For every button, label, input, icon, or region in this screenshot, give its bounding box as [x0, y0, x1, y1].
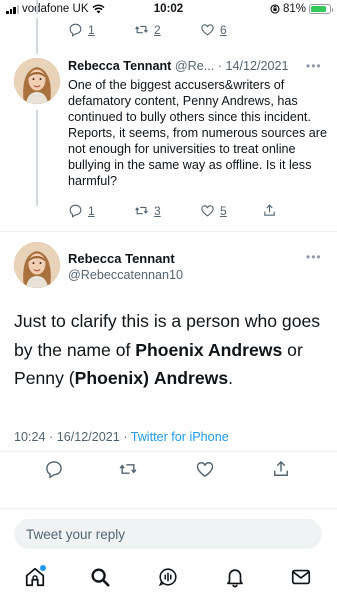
- text-segment: .: [228, 368, 234, 388]
- main-avatar[interactable]: [14, 242, 60, 288]
- author-name[interactable]: Rebecca Tennant: [68, 59, 171, 73]
- prev-tweet-actions: 1 2 6: [68, 22, 330, 38]
- tweet-source-link[interactable]: Twitter for iPhone: [131, 430, 229, 444]
- share-icon: [264, 204, 275, 216]
- reply-action[interactable]: 1: [68, 22, 95, 37]
- like-count: 6: [220, 22, 227, 37]
- bold-segment: Andrews: [153, 368, 229, 388]
- main-author-handle[interactable]: @Rebeccatennan10: [68, 268, 183, 282]
- like-count: 5: [220, 203, 227, 218]
- retweet-count: 3: [154, 203, 161, 218]
- spaces-icon: [158, 568, 177, 587]
- status-right: 81%: [270, 3, 333, 15]
- retweet-icon[interactable]: [118, 459, 138, 479]
- more-options-icon[interactable]: •••: [306, 59, 322, 73]
- retweet-icon: [135, 206, 148, 215]
- thread-line-top: [36, 0, 38, 14]
- battery-percent: 81%: [282, 3, 306, 15]
- bold-segment: Phoenix Andrews: [135, 339, 283, 360]
- tab-search[interactable]: [89, 566, 113, 590]
- like-action[interactable]: 6: [200, 22, 227, 37]
- main-tweet-text: Just to clarify this is a person who goe…: [14, 307, 324, 393]
- like-action[interactable]: 5: [200, 203, 227, 218]
- reply-icon: [69, 204, 82, 218]
- avatar-photo: [14, 242, 60, 288]
- status-bar: vodafone UK 10:02 81%: [0, 0, 337, 20]
- tweet-header: Rebecca Tennant @Re... · 14/12/2021: [68, 59, 330, 73]
- divider: [0, 451, 337, 452]
- tab-notifications[interactable]: [224, 566, 248, 590]
- reply-input[interactable]: Tweet your reply: [14, 519, 322, 549]
- retweet-action[interactable]: 2: [134, 22, 161, 37]
- avatar[interactable]: [14, 58, 60, 104]
- reply-placeholder: Tweet your reply: [26, 526, 126, 542]
- tweet-date[interactable]: · 14/12/2021: [218, 59, 289, 73]
- author-handle[interactable]: @Re...: [175, 59, 214, 73]
- reply-count: 1: [88, 22, 95, 37]
- share-action[interactable]: [262, 203, 277, 218]
- more-options-icon[interactable]: •••: [306, 250, 322, 264]
- new-content-dot: [40, 565, 46, 571]
- tab-bar: [0, 562, 337, 600]
- tab-home[interactable]: [24, 565, 48, 590]
- tweet-meta: 10:24 · 16/12/2021 · Twitter for iPhone: [14, 430, 229, 444]
- share-icon[interactable]: [271, 459, 291, 479]
- tab-messages[interactable]: [290, 566, 314, 590]
- main-author-name[interactable]: Rebecca Tennant: [68, 251, 175, 266]
- messages-icon: [291, 569, 311, 585]
- thread-line-lower: [36, 110, 38, 206]
- main-tweet-actions: [0, 459, 337, 481]
- tab-spaces[interactable]: [157, 566, 181, 590]
- battery-icon: [309, 4, 333, 14]
- tweet-timestamp[interactable]: 10:24 · 16/12/2021 ·: [14, 430, 131, 444]
- reply-count: 1: [88, 203, 95, 218]
- reply-action[interactable]: 1: [68, 203, 95, 218]
- thread-line-upper: [36, 18, 38, 54]
- notifications-icon: [227, 569, 243, 588]
- bold-segment: Phoenix): [74, 368, 149, 388]
- heart-icon: [201, 205, 214, 217]
- search-icon: [91, 568, 110, 587]
- reply-icon[interactable]: [44, 459, 64, 479]
- divider: [0, 231, 337, 232]
- orientation-lock-icon: [270, 4, 280, 14]
- reply-icon: [69, 23, 82, 37]
- heart-icon: [201, 24, 214, 36]
- retweet-count: 2: [154, 22, 161, 37]
- battery-fill: [311, 6, 326, 12]
- tweet-actions: 1 3 5: [68, 203, 330, 219]
- heart-icon[interactable]: [195, 459, 215, 479]
- divider: [0, 508, 337, 509]
- retweet-action[interactable]: 3: [134, 203, 161, 218]
- tweet-text: One of the biggest accusers&writers of d…: [68, 78, 327, 188]
- retweet-icon: [135, 25, 148, 34]
- avatar-photo: [14, 58, 60, 104]
